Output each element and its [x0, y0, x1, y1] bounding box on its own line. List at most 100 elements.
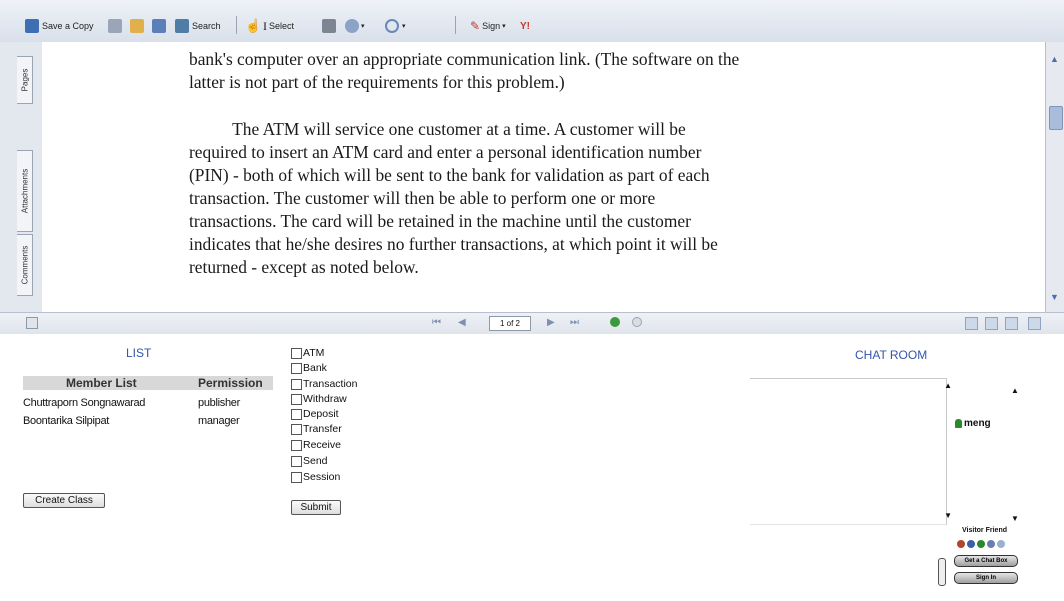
checkbox-item-deposit[interactable]: Deposit	[291, 407, 339, 421]
document-line: latter is not part of the requirements f…	[189, 72, 565, 92]
checkbox[interactable]	[291, 408, 302, 420]
user-icon	[955, 419, 962, 428]
continuous-view-icon[interactable]	[985, 317, 998, 330]
tab-pages[interactable]: Pages	[17, 56, 33, 104]
list-title: LIST	[126, 346, 152, 360]
checkbox[interactable]	[291, 347, 302, 359]
checkbox-item-bank[interactable]: Bank	[291, 361, 327, 375]
checkbox-item-receive[interactable]: Receive	[291, 438, 341, 452]
social-icon-2[interactable]	[967, 540, 975, 548]
document-line: (PIN) - both of which will be sent to th…	[189, 165, 710, 185]
tab-attachments-label: Attachments	[20, 168, 29, 214]
document-line: transactions. The card will be retained …	[189, 211, 691, 231]
facing-view-icon[interactable]	[1005, 317, 1018, 330]
social-icon-3[interactable]	[977, 540, 985, 548]
print-button[interactable]	[108, 18, 122, 34]
checkbox[interactable]	[291, 393, 302, 405]
next-page-icon[interactable]: ▶	[547, 317, 555, 328]
select-tool-button[interactable]: I Select	[263, 18, 294, 34]
checkbox[interactable]	[291, 362, 302, 374]
search-button[interactable]: Search	[175, 18, 221, 34]
adobe-icon: Y!	[520, 20, 530, 32]
checkbox-label: Bank	[303, 362, 327, 374]
back-view-icon[interactable]	[610, 317, 620, 327]
chevron-up-icon[interactable]: ▲	[1050, 54, 1059, 64]
previous-page-icon[interactable]: ◀	[458, 317, 466, 328]
document-line: The ATM will service one customer at a t…	[189, 119, 686, 139]
checkbox[interactable]	[291, 423, 302, 435]
document-line: required to insert an ATM card and enter…	[189, 142, 702, 162]
checkbox-label: Transfer	[303, 423, 342, 435]
member-name[interactable]: Chuttraporn Songnawarad	[23, 397, 145, 409]
checkbox-label: Withdraw	[303, 393, 347, 405]
print-alt-button[interactable]	[152, 18, 166, 34]
single-page-view-icon[interactable]	[965, 317, 978, 330]
printer-icon	[108, 19, 122, 33]
chat-room-title: CHAT ROOM	[855, 348, 928, 362]
zoom-button[interactable]: ▾	[345, 18, 365, 34]
online-user-entry[interactable]: meng	[955, 418, 991, 429]
tab-attachments[interactable]: Attachments	[17, 150, 33, 232]
checkbox[interactable]	[291, 471, 302, 483]
member-permission: manager	[198, 415, 240, 427]
pane-toggle-icon[interactable]	[26, 317, 38, 329]
checkbox-item-withdraw[interactable]: Withdraw	[291, 392, 347, 406]
users-scroll-up-icon[interactable]: ▲	[1011, 386, 1019, 395]
document-scrollbar[interactable]: ▲ ▼	[1045, 42, 1064, 312]
checkbox-label: Receive	[303, 439, 341, 451]
get-chat-box-button[interactable]: Get a Chat Box	[954, 555, 1018, 567]
page-number-field[interactable]: 1 of 2	[489, 316, 531, 331]
checkbox[interactable]	[291, 455, 302, 467]
page-navigation-bar: ⏮ ◀ 1 of 2 ▶ ⏭	[0, 312, 1064, 336]
document-line: bank's computer over an appropriate comm…	[189, 49, 740, 69]
chat-users-panel: meng ▲ ▼	[951, 378, 1026, 523]
online-user-name: meng	[964, 418, 991, 429]
checkbox-label: Transaction	[303, 378, 358, 390]
hand-tool-button[interactable]: ☝	[245, 18, 261, 34]
document-line: transaction. The customer will then be a…	[189, 188, 656, 208]
document-line: indicates that he/she desires no further…	[189, 234, 718, 254]
checkbox-item-session[interactable]: Session	[291, 470, 340, 484]
rotate-button[interactable]: ▾	[385, 18, 406, 34]
pen-icon: ✎	[470, 19, 481, 33]
social-icon-1[interactable]	[957, 540, 965, 548]
tab-comments-label: Comments	[20, 245, 29, 285]
save-copy-button[interactable]: Save a Copy	[25, 18, 94, 34]
checkbox-item-transaction[interactable]: Transaction	[291, 377, 357, 391]
checkbox-item-send[interactable]: Send	[291, 454, 328, 468]
scrollbar-thumb[interactable]	[1049, 106, 1063, 130]
zoom-icon	[345, 19, 359, 33]
checkbox-item-atm[interactable]: ATM	[291, 346, 324, 360]
printer-alt-icon	[152, 19, 166, 33]
users-scroll-down-icon[interactable]: ▼	[1011, 514, 1019, 523]
document-line: returned - except as noted below.	[189, 257, 419, 277]
continuous-facing-view-icon[interactable]	[1028, 317, 1041, 330]
submit-button[interactable]: Submit	[291, 500, 341, 515]
member-name[interactable]: Boontarika Silpipat	[23, 415, 109, 427]
member-permission: publisher	[198, 397, 240, 409]
chevron-down-icon: ▾	[361, 23, 365, 30]
checkbox[interactable]	[291, 439, 302, 451]
create-class-button[interactable]: Create Class	[23, 493, 105, 508]
chevron-down-icon-scroll[interactable]: ▼	[1050, 292, 1059, 302]
email-icon	[130, 19, 144, 33]
forward-view-icon[interactable]	[632, 317, 642, 327]
chat-volume-slider[interactable]	[938, 558, 946, 586]
sign-in-button[interactable]: Sign In	[954, 572, 1018, 584]
snapshot-button[interactable]	[322, 18, 336, 34]
email-button[interactable]	[130, 18, 144, 34]
tab-comments[interactable]: Comments	[17, 234, 33, 296]
select-label: Select	[269, 21, 295, 31]
last-page-icon[interactable]: ⏭	[570, 317, 579, 328]
social-icon-5[interactable]	[997, 540, 1005, 548]
checkbox-item-transfer[interactable]: Transfer	[291, 422, 342, 436]
chevron-down-icon-3: ▾	[502, 23, 506, 30]
pdf-toolbar: Save a Copy Search ☝ I Select ▾ ▾ ✎ Sign…	[0, 0, 1064, 43]
checkbox[interactable]	[291, 378, 302, 390]
first-page-icon[interactable]: ⏮	[432, 317, 441, 328]
adobe-logo-button[interactable]: Y!	[520, 18, 530, 34]
sign-button[interactable]: ✎ Sign ▾	[470, 18, 506, 34]
binoculars-icon	[175, 19, 189, 33]
checkbox-label: Deposit	[303, 408, 339, 420]
social-icon-4[interactable]	[987, 540, 995, 548]
